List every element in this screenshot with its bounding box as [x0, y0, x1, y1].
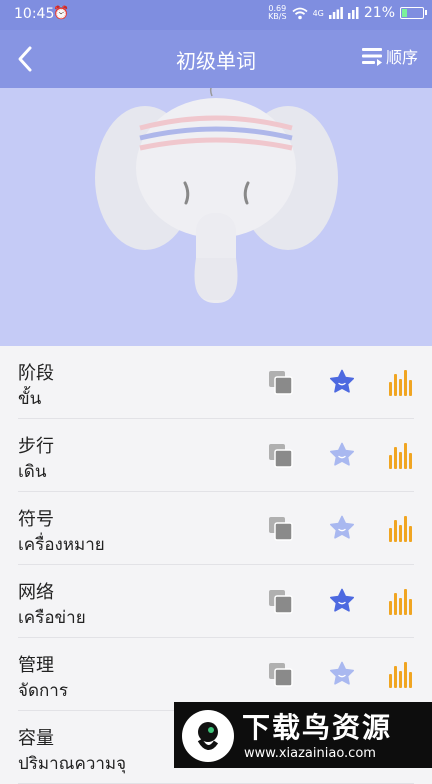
elephant-mascot-icon — [95, 88, 338, 303]
star-icon[interactable] — [329, 661, 355, 687]
word-row[interactable]: 步行 เดิน — [18, 419, 414, 492]
word-thai: เครือข่าย — [18, 608, 86, 628]
word-thai: ขั้น — [18, 389, 42, 409]
list-order-icon — [361, 48, 382, 66]
watermark-url: www.xiazainiao.com — [244, 746, 376, 761]
audio-icon[interactable] — [389, 443, 413, 469]
order-button[interactable]: 顺序 — [360, 44, 418, 68]
watermark-logo — [182, 710, 234, 762]
copy-icon[interactable] — [268, 443, 294, 469]
alarm-icon: ⏰ — [53, 6, 70, 21]
word-thai: เดิน — [18, 462, 47, 482]
word-chinese: 网络 — [18, 582, 54, 603]
order-label: 顺序 — [385, 48, 418, 67]
copy-icon[interactable] — [268, 516, 294, 542]
audio-icon[interactable] — [389, 662, 413, 688]
star-icon[interactable] — [329, 369, 355, 395]
word-row[interactable]: 阶段 ขั้น — [18, 346, 414, 419]
word-chinese: 步行 — [18, 436, 54, 457]
network-speed: 0.69 KB/S — [268, 4, 287, 21]
hero-banner — [0, 88, 432, 346]
word-thai: เครื่องหมาย — [18, 535, 105, 555]
word-chinese: 容量 — [18, 728, 54, 749]
word-chinese: 符号 — [18, 509, 54, 530]
wifi-icon — [291, 7, 308, 19]
signal-icon — [328, 7, 343, 19]
star-icon[interactable] — [329, 515, 355, 541]
word-row[interactable]: 管理 จัดการ — [18, 638, 414, 711]
status-time: 10:45 — [14, 6, 55, 22]
audio-icon[interactable] — [389, 589, 413, 615]
audio-icon[interactable] — [389, 516, 413, 542]
word-row[interactable]: 符号 เครื่องหมาย — [18, 492, 414, 565]
word-thai: จัดการ — [18, 681, 68, 701]
battery-text: 21% — [363, 5, 395, 21]
battery-fill — [402, 9, 407, 17]
app-bar: 初级单词 顺序 — [0, 30, 432, 88]
copy-icon[interactable] — [268, 370, 294, 396]
star-icon[interactable] — [329, 588, 355, 614]
battery-icon — [400, 7, 427, 19]
audio-icon[interactable] — [389, 370, 413, 396]
signal-icon-2 — [347, 7, 359, 19]
copy-icon[interactable] — [268, 589, 294, 615]
star-icon[interactable] — [329, 442, 355, 468]
word-chinese: 管理 — [18, 655, 54, 676]
watermark-title: 下载鸟资源 — [242, 711, 393, 744]
copy-icon[interactable] — [268, 662, 294, 688]
status-indicators: 0.69 KB/S 4G 21% — [268, 4, 427, 21]
word-thai: ปริมาณความจุ — [18, 754, 127, 774]
watermark-banner: 下载鸟资源 www.xiazainiao.com — [174, 702, 432, 768]
word-chinese: 阶段 — [18, 363, 54, 384]
status-bar: 10:45 ⏰ 0.69 KB/S 4G 21% — [0, 0, 432, 30]
word-row[interactable]: 网络 เครือข่าย — [18, 565, 414, 638]
network-type: 4G — [312, 8, 324, 18]
